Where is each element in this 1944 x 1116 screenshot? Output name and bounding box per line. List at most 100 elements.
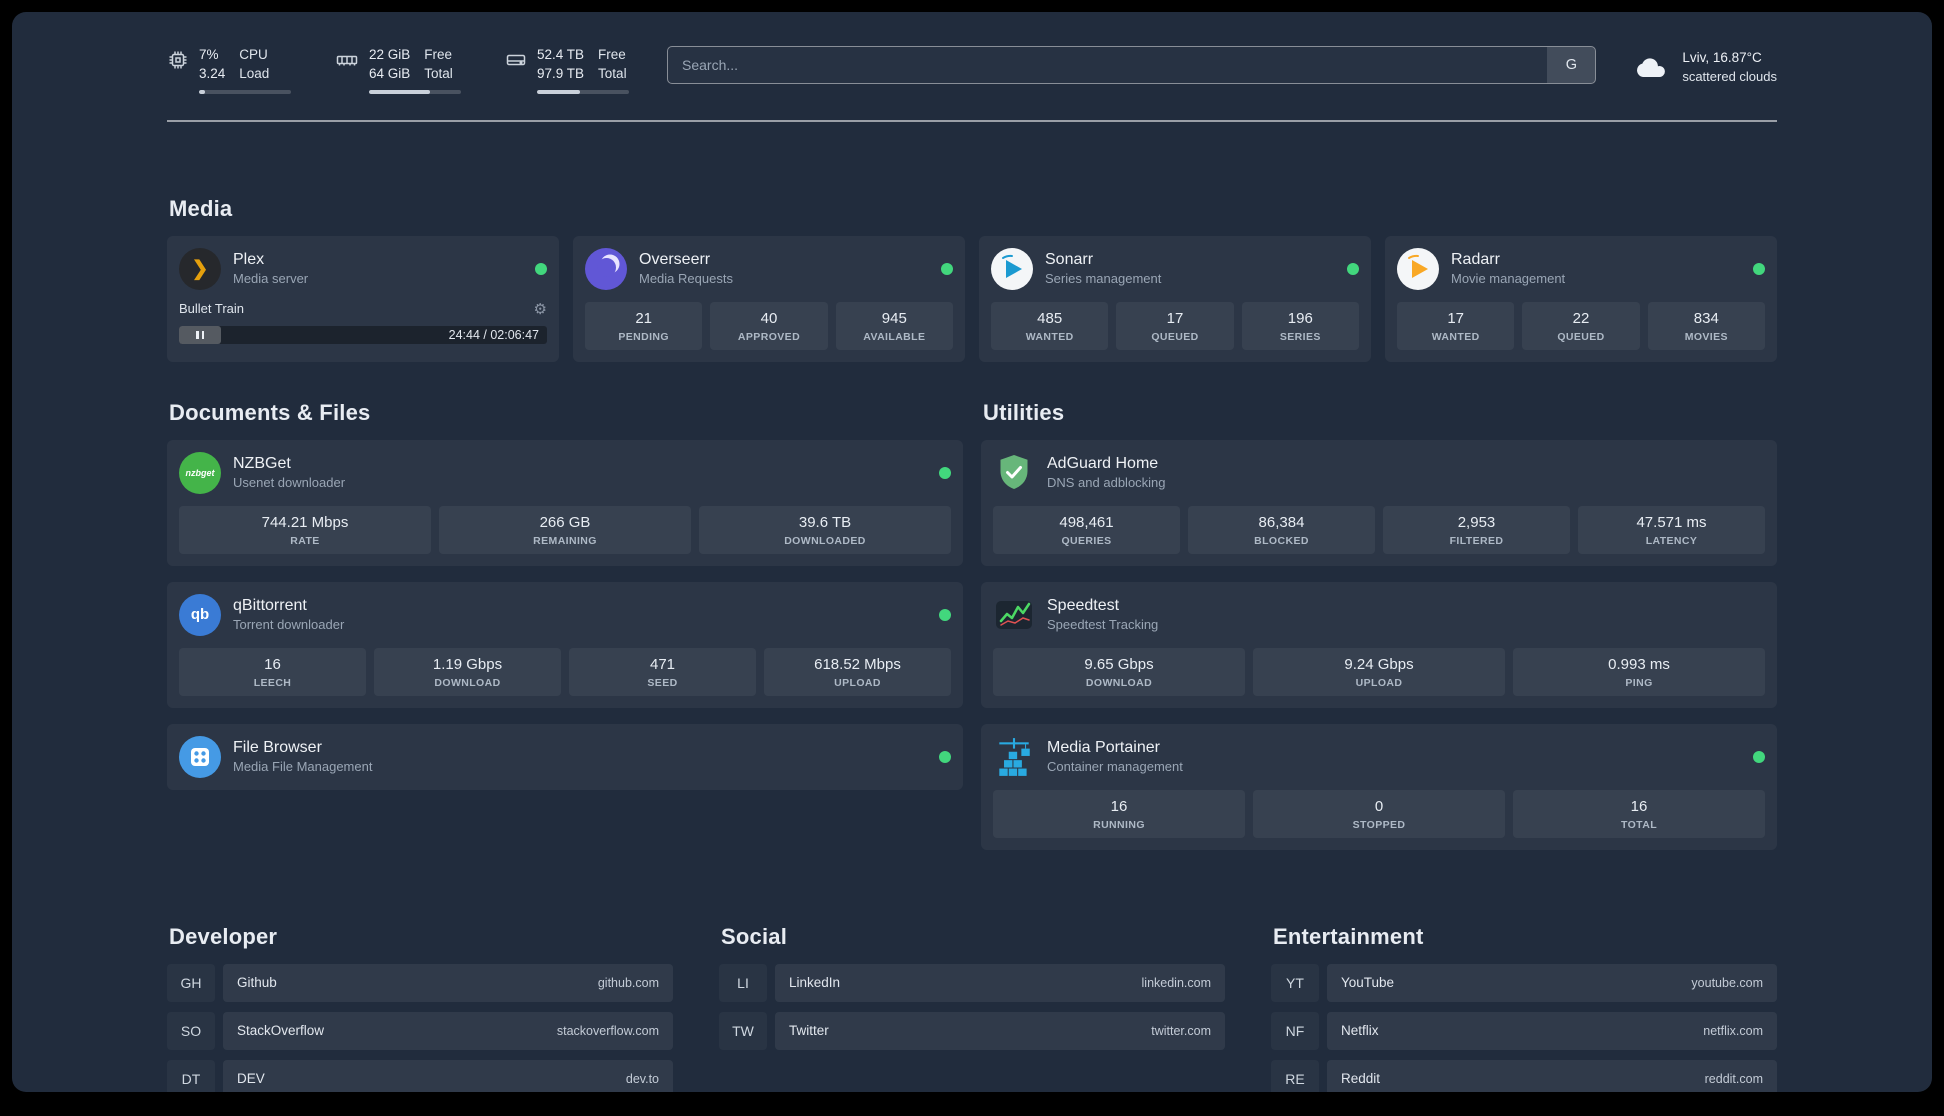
cpu-load-label: Load <box>239 65 270 81</box>
stat-label: QUEUED <box>1557 330 1605 343</box>
resource-widgets: 7% 3.24 CPU Load 22 GiB 64 GiB Free Tota… <box>167 46 629 94</box>
memory-free-label: Free <box>424 47 453 62</box>
stat-tile: 17 WANTED <box>1397 301 1515 350</box>
service-subtitle: Series management <box>1045 271 1162 287</box>
stat-tile: 16 LEECH <box>179 647 366 696</box>
service-name: File Browser <box>233 739 322 757</box>
service-link-sonarr[interactable]: Sonarr Series management <box>991 247 1359 290</box>
service-link-qbittorrent[interactable]: qb qBittorrent Torrent downloader <box>179 593 951 636</box>
stat-tile: 0.993 ms PING <box>1513 647 1765 696</box>
service-link-portainer[interactable]: Media Portainer Container management <box>993 736 1765 778</box>
stat-value: 945 <box>881 309 907 327</box>
adguard-icon <box>993 452 1035 494</box>
stat-tile: 945 AVAILABLE <box>835 301 953 350</box>
search-input[interactable] <box>668 47 1548 83</box>
search-bar: G <box>667 46 1597 84</box>
stat-value: 834 <box>1693 309 1719 327</box>
service-link-speedtest[interactable]: Speedtest Speedtest Tracking <box>993 594 1765 636</box>
status-dot <box>939 608 951 621</box>
stat-tile: 266 GB REMAINING <box>439 505 691 554</box>
stat-value: 22 <box>1572 309 1590 327</box>
bookmark-name: LinkedIn <box>789 975 841 991</box>
stat-value: 744.21 Mbps <box>261 513 349 531</box>
service-subtitle: Container management <box>1047 759 1183 775</box>
stat-value: 16 <box>1630 797 1648 815</box>
stat-value: 498,461 <box>1059 513 1114 531</box>
stat-value: 471 <box>649 655 676 673</box>
status-dot <box>1347 262 1359 275</box>
stat-tile: 40 APPROVED <box>710 301 828 350</box>
stat-tile: 9.65 Gbps DOWNLOAD <box>993 647 1245 696</box>
stat-tile: 0 STOPPED <box>1253 789 1505 838</box>
stat-label: MOVIES <box>1684 330 1728 343</box>
gear-icon[interactable]: ⚙ <box>534 300 547 318</box>
stat-value: 485 <box>1037 309 1063 327</box>
service-subtitle: Torrent downloader <box>233 617 345 633</box>
bookmark-group-title: Developer <box>169 923 278 949</box>
header-divider <box>167 119 1777 122</box>
status-dot <box>939 750 951 763</box>
bookmark-name: StackOverflow <box>237 1023 325 1039</box>
plex-icon: ❯ <box>179 247 221 290</box>
status-dot <box>535 262 547 275</box>
bookmark-reddit[interactable]: RE Reddit reddit.com <box>1271 1059 1777 1092</box>
service-link-filebrowser[interactable]: File Browser Media File Management <box>179 735 951 778</box>
section-title-documents: Documents & Files <box>169 399 371 425</box>
cloud-icon <box>1634 54 1670 80</box>
service-link-plex[interactable]: ❯ Plex Media server <box>179 247 547 290</box>
bookmark-twitter[interactable]: TW Twitter twitter.com <box>719 1011 1225 1050</box>
bookmark-stackoverflow[interactable]: SO StackOverflow stackoverflow.com <box>167 1011 673 1050</box>
stat-label: PING <box>1625 676 1653 689</box>
status-dot <box>1753 262 1765 275</box>
memory-free-value: 22 GiB <box>369 47 411 62</box>
bookmark-name: YouTube <box>1341 975 1395 991</box>
bookmark-github[interactable]: GH Github github.com <box>167 963 673 1002</box>
stat-tile: 2,953 FILTERED <box>1383 505 1570 554</box>
bookmark-group-developer: Developer GH Github github.com SO StackO… <box>167 924 673 1092</box>
stat-label: LATENCY <box>1645 534 1698 547</box>
overseerr-icon <box>585 247 627 290</box>
service-subtitle: Usenet downloader <box>233 475 346 491</box>
bookmark-url: stackoverflow.com <box>556 1023 659 1038</box>
nzbget-icon: nzbget <box>179 451 221 494</box>
stat-label: APPROVED <box>737 330 801 343</box>
stat-value: 16 <box>264 655 281 673</box>
stat-value: 196 <box>1287 309 1313 327</box>
bookmark-url: reddit.com <box>1704 1071 1763 1086</box>
top-bar: 7% 3.24 CPU Load 22 GiB 64 GiB Free Tota… <box>167 12 1777 94</box>
memory-icon <box>335 49 359 71</box>
disk-icon <box>505 49 527 71</box>
service-link-adguard[interactable]: AdGuard Home DNS and adblocking <box>993 452 1765 494</box>
bookmark-group-social: Social LI LinkedIn linkedin.com TW Twitt… <box>719 924 1225 1092</box>
stat-value: 86,384 <box>1258 513 1305 531</box>
bookmark-name: Github <box>237 975 277 991</box>
stat-tile: 744.21 Mbps RATE <box>179 505 431 554</box>
memory-widget: 22 GiB 64 GiB Free Total <box>335 46 461 94</box>
bookmark-abbr: DT <box>167 1059 215 1092</box>
cpu-progress-track <box>199 89 291 94</box>
service-name: AdGuard Home <box>1047 455 1159 473</box>
bookmark-netflix[interactable]: NF Netflix netflix.com <box>1271 1011 1777 1050</box>
stat-label: QUEUED <box>1151 330 1199 343</box>
dashboard-root: 7% 3.24 CPU Load 22 GiB 64 GiB Free Tota… <box>12 12 1932 1092</box>
stat-tile: 9.24 Gbps UPLOAD <box>1253 647 1505 696</box>
bookmark-dev[interactable]: DT DEV dev.to <box>167 1059 673 1092</box>
bookmark-linkedin[interactable]: LI LinkedIn linkedin.com <box>719 963 1225 1002</box>
stat-tile: 47.571 ms LATENCY <box>1578 505 1765 554</box>
speedtest-icon <box>993 594 1035 636</box>
service-link-radarr[interactable]: Radarr Movie management <box>1397 247 1765 290</box>
stat-tile: 39.6 TB DOWNLOADED <box>699 505 951 554</box>
stat-value: 0 <box>1374 797 1384 815</box>
bookmark-youtube[interactable]: YT YouTube youtube.com <box>1271 963 1777 1002</box>
service-subtitle: Media Requests <box>639 271 733 287</box>
disk-total-value: 97.9 TB <box>537 65 585 81</box>
search-provider-button[interactable]: G <box>1547 47 1596 83</box>
service-card-nzbget: nzbget NZBGet Usenet downloader 744.21 M… <box>167 439 963 566</box>
stat-value: 21 <box>635 309 652 327</box>
service-link-nzbget[interactable]: nzbget NZBGet Usenet downloader <box>179 451 951 494</box>
cpu-progress-fill <box>199 89 206 94</box>
service-card-filebrowser: File Browser Media File Management <box>167 723 963 790</box>
service-card-plex: ❯ Plex Media server Bullet Train ⚙ 24:44… <box>167 235 559 362</box>
stat-value: 618.52 Mbps <box>814 655 901 673</box>
service-link-overseerr[interactable]: Overseerr Media Requests <box>585 247 953 290</box>
